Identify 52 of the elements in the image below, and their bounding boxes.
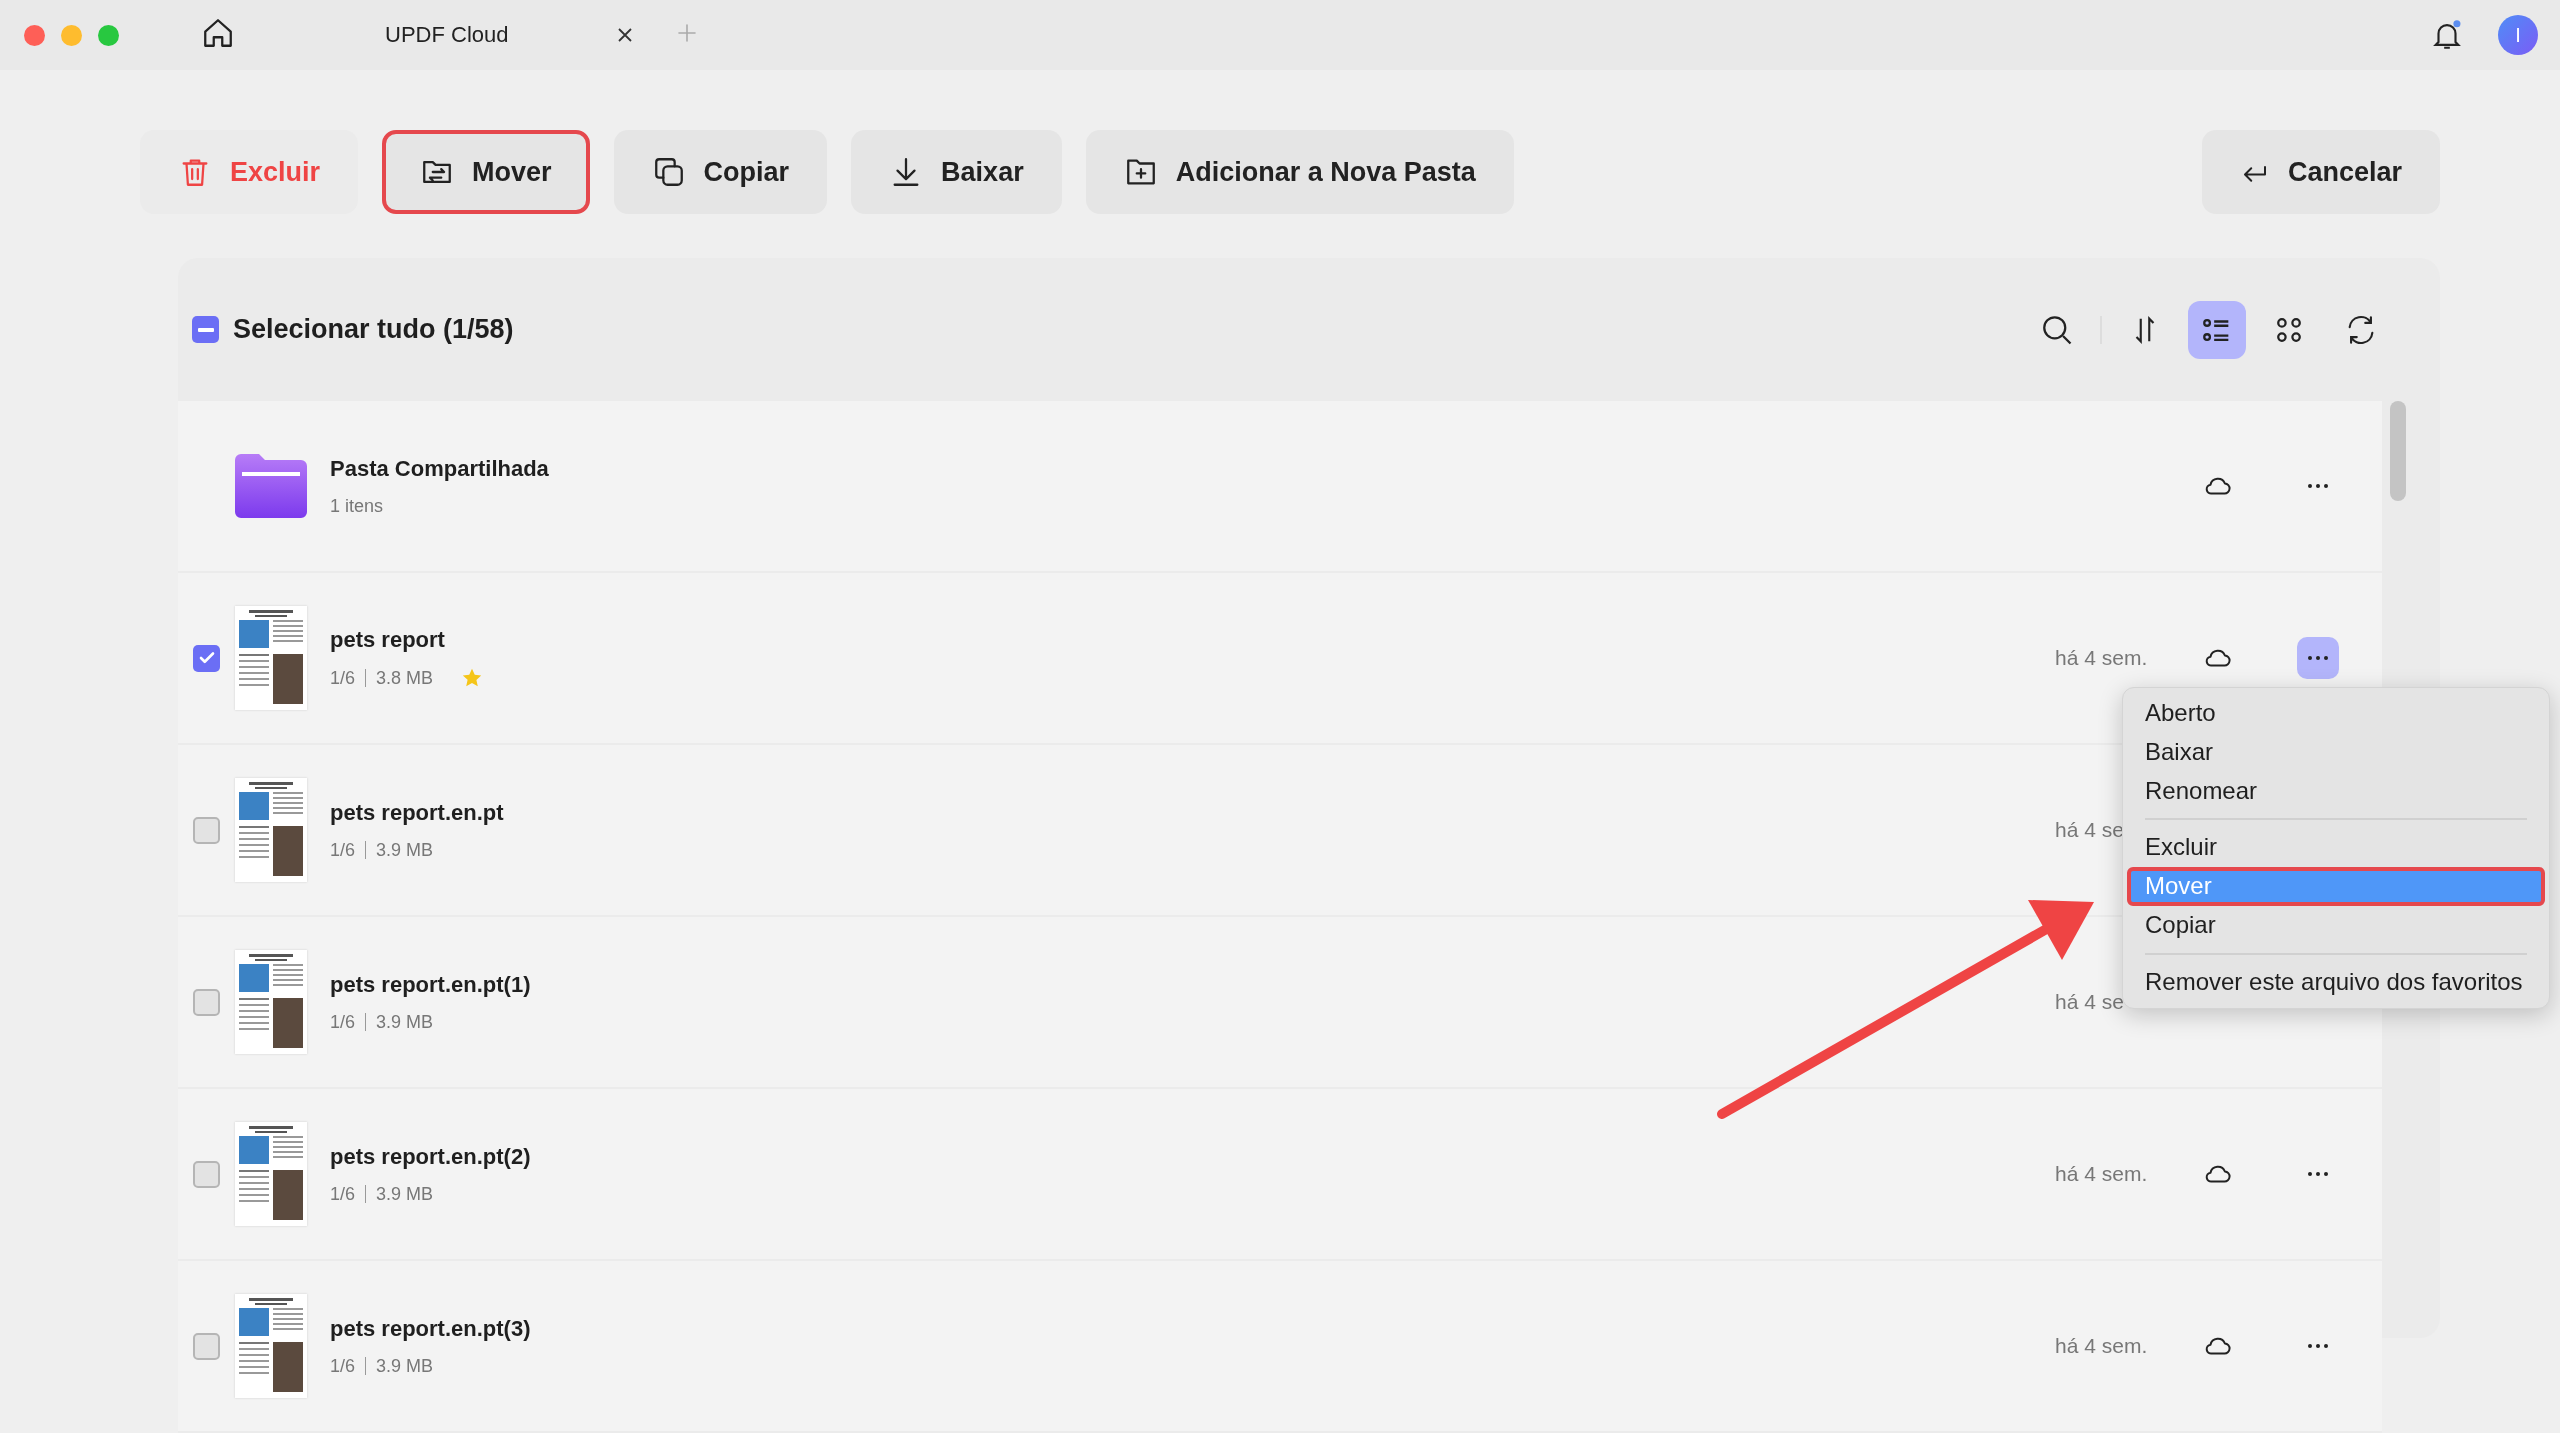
- item-count: 1 itens: [330, 495, 385, 517]
- folder-icon: [235, 454, 307, 518]
- new-folder-button[interactable]: Adicionar a Nova Pasta: [1085, 130, 1514, 214]
- close-window-button[interactable]: [24, 24, 45, 46]
- file-name: pets report.en.pt(3): [330, 1315, 532, 1342]
- file-name: pets report.en.pt(1): [330, 971, 532, 998]
- list-view-button[interactable]: [2188, 300, 2246, 359]
- modified-date: há 4 se: [2055, 990, 2125, 1014]
- page-count: 1/6: [330, 1183, 356, 1205]
- copy-button[interactable]: Copiar: [613, 130, 828, 214]
- download-button[interactable]: Baixar: [851, 130, 1062, 214]
- cancel-button[interactable]: Cancelar: [2201, 130, 2440, 214]
- user-avatar[interactable]: I: [2498, 15, 2538, 55]
- modified-date: há 4 sem.: [2055, 646, 2149, 670]
- page-count: 1/6: [330, 1355, 356, 1377]
- ellipsis-icon: [2306, 1343, 2330, 1349]
- close-icon: [617, 27, 633, 43]
- ellipsis-icon: [2306, 483, 2330, 489]
- ellipsis-icon: [2306, 1171, 2330, 1177]
- file-row[interactable]: pets report.en.pt(2) 1/6 3.9 MB há 4 sem.: [178, 1089, 2382, 1261]
- file-name: pets report.en.pt: [330, 799, 505, 826]
- select-all-label[interactable]: Selecionar tudo (1/58): [233, 314, 514, 345]
- scrollbar[interactable]: [2390, 401, 2406, 501]
- folder-row[interactable]: Pasta Compartilhada 1 itens: [178, 401, 2382, 573]
- modified-date: há 4 se: [2055, 818, 2125, 842]
- file-name: pets report.en.pt(2): [330, 1143, 532, 1170]
- home-icon: [201, 16, 235, 50]
- checkbox[interactable]: [193, 816, 220, 844]
- page-count: 1/6: [330, 667, 356, 689]
- checkbox[interactable]: [193, 1160, 220, 1188]
- plus-icon: [675, 21, 699, 45]
- minus-icon: [197, 327, 214, 332]
- move-button[interactable]: Mover: [382, 130, 590, 214]
- checkbox[interactable]: [193, 988, 220, 1016]
- file-size: 3.9 MB: [376, 1355, 434, 1377]
- file-size: 3.9 MB: [376, 1011, 434, 1033]
- checkbox[interactable]: [193, 1332, 220, 1360]
- file-size: 3.9 MB: [376, 1183, 434, 1205]
- file-name: pets report: [330, 627, 446, 653]
- file-size: 3.8 MB: [376, 667, 434, 689]
- folder-name: Pasta Compartilhada: [330, 455, 550, 482]
- more-button[interactable]: [2297, 637, 2339, 679]
- page-count: 1/6: [330, 839, 356, 861]
- checkbox[interactable]: [193, 644, 220, 672]
- file-row[interactable]: pets report.en.pt(3) 1/6 3.9 MB há 4 sem.: [178, 1261, 2382, 1433]
- ellipsis-icon: [2306, 655, 2330, 661]
- modified-date: há 4 sem.: [2055, 1162, 2149, 1186]
- page-count: 1/6: [330, 1011, 356, 1033]
- file-size: 3.9 MB: [376, 839, 434, 861]
- select-all-checkbox[interactable]: [192, 316, 219, 343]
- modified-date: há 4 sem.: [2055, 1334, 2149, 1358]
- tab-title[interactable]: UPDF Cloud: [385, 22, 509, 48]
